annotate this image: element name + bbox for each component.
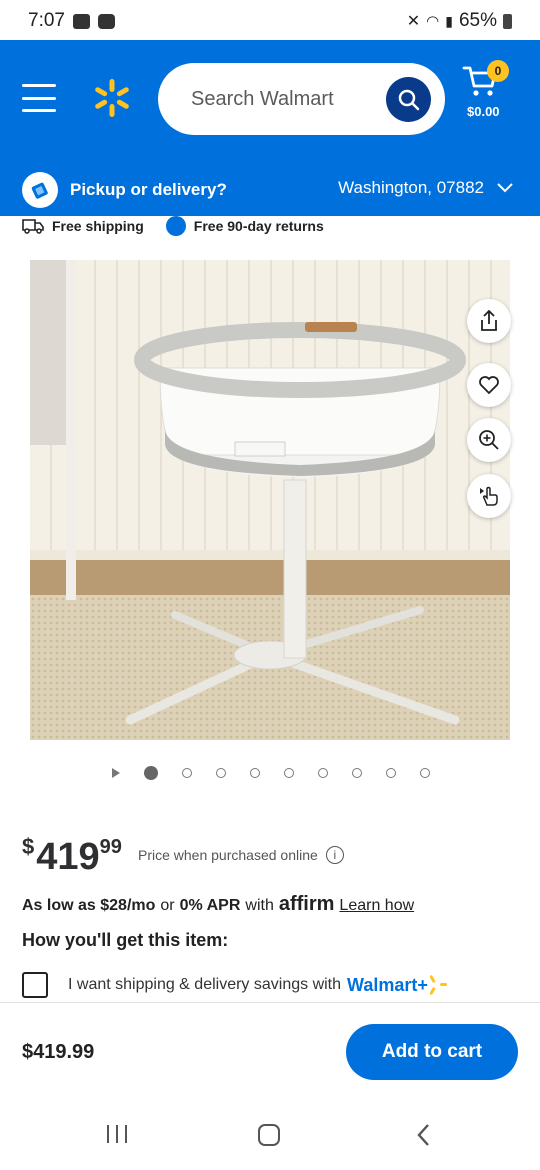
affirm-monthly: As low as $28/mo [22, 897, 156, 914]
price-note-text: Price when purchased online [138, 847, 318, 863]
returns-icon [165, 216, 186, 236]
zoom-button[interactable] [467, 418, 511, 462]
favorite-button[interactable] [467, 363, 511, 407]
gallery-dot[interactable] [318, 768, 328, 778]
bottom-price: $419.99 [22, 1041, 95, 1063]
free-returns-label: Free 90-day returns [193, 218, 324, 234]
walmart-plus-option: I want shipping & delivery savings with … [22, 972, 448, 998]
cart-count-badge: 0 [487, 60, 509, 82]
search-bar[interactable]: Search Walmart [158, 63, 445, 135]
share-button[interactable] [467, 299, 511, 343]
gallery-dot[interactable] [352, 768, 362, 778]
battery-percent: 65% [458, 10, 497, 31]
play-video-icon[interactable] [112, 768, 120, 778]
pickup-label[interactable]: Pickup or delivery? [70, 180, 227, 200]
product-image[interactable] [30, 260, 510, 740]
fulfillment-heading: How you'll get this item: [22, 930, 229, 950]
system-nav-bar [0, 1101, 540, 1170]
search-input[interactable]: Search Walmart [191, 88, 334, 111]
learn-how-link[interactable]: Learn how [339, 897, 414, 915]
price-currency: $ [22, 834, 35, 859]
affirm-financing: As low as $28/mo or 0% APR with affirm L… [22, 893, 414, 916]
header: Search Walmart 0 $0.00 Pickup or deliver… [0, 40, 540, 216]
status-bar: 7:07 ✕ ◠ ▮ 65% [0, 0, 540, 42]
mute-icon: ✕ [406, 13, 421, 30]
gallery-icon [72, 13, 90, 29]
gallery-pagination [112, 766, 430, 780]
bassinet-illustration [30, 260, 510, 740]
chevron-down-icon [497, 183, 513, 193]
heart-icon [479, 376, 499, 395]
location-text[interactable]: Washington, 07882 [338, 178, 484, 198]
menu-icon[interactable] [22, 84, 56, 112]
view-360-button[interactable] [467, 474, 511, 518]
price-cents: 99 [99, 836, 122, 858]
cart-button[interactable]: 0 $0.00 [462, 60, 518, 124]
gallery-dot[interactable] [182, 768, 192, 778]
affirm-apr: 0% APR [179, 897, 241, 914]
recents-icon[interactable] [107, 1125, 127, 1143]
info-icon[interactable]: i [325, 846, 344, 864]
gallery-dot[interactable] [386, 768, 396, 778]
youtube-icon [97, 13, 115, 29]
bottom-purchase-bar: $419.99 Add to cart [0, 1003, 540, 1101]
zoom-in-icon [479, 430, 499, 450]
walmart-plus-logo: Walmart+ [347, 974, 428, 995]
free-shipping-label: Free shipping [52, 218, 144, 234]
affirm-with: with [245, 897, 274, 914]
affirm-or: or [160, 897, 175, 914]
search-button[interactable] [386, 77, 431, 122]
pickup-delivery-icon [22, 172, 58, 208]
walmart-plus-checkbox[interactable] [22, 972, 48, 998]
walmart-spark-icon[interactable] [92, 78, 132, 118]
gallery-dot[interactable] [144, 766, 158, 780]
wifi-icon: ◠ [426, 13, 440, 30]
back-icon[interactable] [416, 1123, 430, 1147]
status-time: 7:07 [28, 10, 65, 31]
price-whole: 419 [36, 836, 100, 878]
signal-icon: ▮ [445, 12, 453, 29]
location-selector[interactable]: Washington, 07882 [338, 178, 514, 198]
shipping-benefits: Free shipping Free 90-day returns [22, 214, 346, 238]
home-icon[interactable] [258, 1124, 280, 1146]
gallery-dot[interactable] [284, 768, 294, 778]
price-note: Price when purchased online i [138, 846, 344, 864]
product-price: $ 419 99 [22, 832, 122, 879]
cart-total: $0.00 [467, 104, 500, 119]
hand-pointer-icon [480, 486, 498, 506]
gallery-dot[interactable] [250, 768, 260, 778]
walmart-plus-spark-icon [429, 975, 447, 995]
search-icon [398, 89, 419, 110]
add-to-cart-button[interactable]: Add to cart [346, 1024, 518, 1080]
gallery-dot[interactable] [420, 768, 430, 778]
gallery-dot[interactable] [216, 768, 226, 778]
truck-icon [22, 219, 44, 234]
walmart-plus-text: I want shipping & delivery savings with [68, 976, 342, 993]
battery-icon [503, 13, 512, 29]
share-icon [481, 310, 497, 331]
affirm-logo: affirm [278, 893, 335, 915]
